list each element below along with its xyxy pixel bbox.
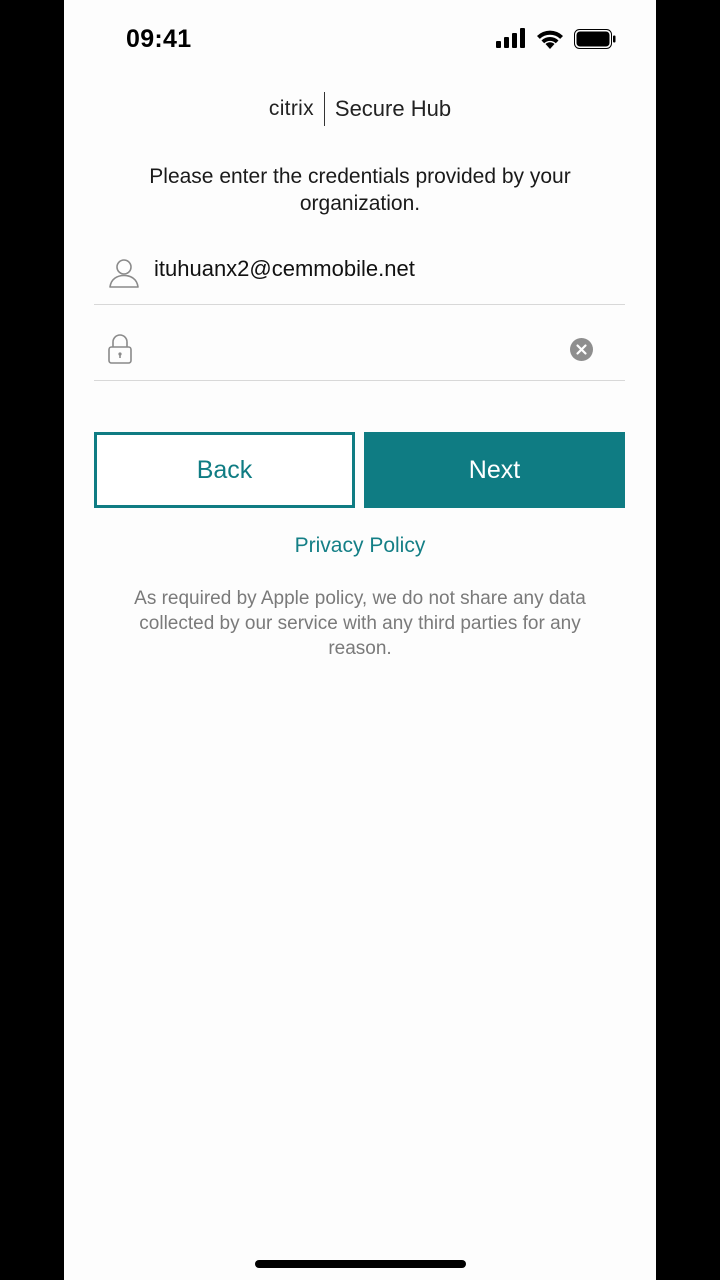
- clear-password-button[interactable]: [570, 338, 593, 361]
- app-screen: 09:41 citrix Secure Hub Please enter the…: [64, 0, 656, 1280]
- status-time: 09:41: [126, 25, 192, 53]
- user-icon: [109, 259, 139, 288]
- password-input[interactable]: [154, 332, 554, 358]
- next-button[interactable]: Next: [364, 432, 625, 508]
- citrix-logo: citrix: [268, 97, 314, 120]
- wifi-icon: [537, 30, 563, 49]
- brand-header: citrix Secure Hub: [64, 92, 656, 126]
- username-field[interactable]: [94, 230, 625, 305]
- brand-divider: [323, 92, 325, 126]
- username-input[interactable]: [154, 256, 554, 282]
- battery-icon: [574, 29, 616, 49]
- home-indicator[interactable]: [255, 1260, 466, 1268]
- privacy-policy-link[interactable]: Privacy Policy: [64, 534, 656, 558]
- back-button[interactable]: Back: [94, 432, 355, 508]
- cellular-signal-icon: [496, 28, 525, 48]
- privacy-disclaimer: As required by Apple policy, we do not s…: [134, 588, 586, 659]
- product-name: Secure Hub: [334, 96, 452, 121]
- clear-icon: [576, 344, 587, 355]
- lock-icon: [108, 334, 132, 364]
- password-field[interactable]: [94, 306, 625, 381]
- credentials-instructions: Please enter the credentials provided by…: [149, 165, 571, 215]
